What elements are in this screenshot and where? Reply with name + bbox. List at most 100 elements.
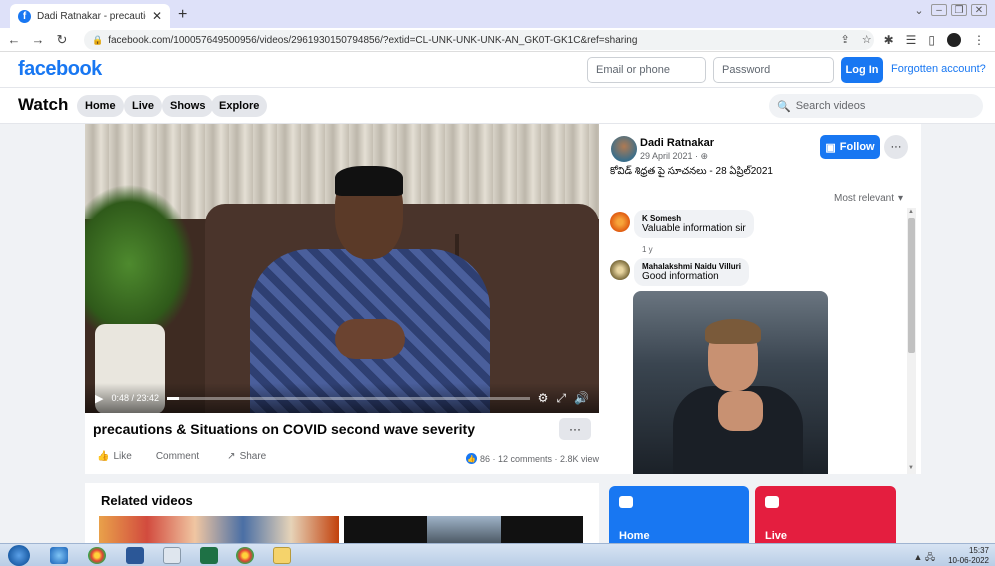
password-field[interactable]: Password xyxy=(713,57,834,83)
watch-nav-shows[interactable]: Shows xyxy=(162,95,214,117)
window-controls: ⌄ – ❐ ✕ xyxy=(911,4,987,17)
menu-icon[interactable]: ⋮ xyxy=(973,33,985,47)
video-frame-plant xyxy=(85,184,195,344)
watch-nav-home[interactable]: Home xyxy=(77,95,124,117)
volume-icon[interactable]: 🔊 xyxy=(574,391,589,405)
fullscreen-icon[interactable]: ⤢ xyxy=(556,391,566,406)
follow-button[interactable]: ▣ Follow xyxy=(820,135,880,159)
video-stats: 👍 86 · 12 comments · 2.8K views xyxy=(466,453,604,464)
reading-list-icon[interactable]: ☰ xyxy=(906,33,917,47)
like-reaction-icon: 👍 xyxy=(466,453,477,464)
author-avatar[interactable] xyxy=(611,136,637,162)
comment-gif[interactable] xyxy=(633,291,828,474)
gif-hair xyxy=(705,319,761,344)
share-icon[interactable]: ⇪ xyxy=(840,33,849,47)
video-player[interactable]: ▶ 0:48 / 23:42 ⚙ ⤢ 🔊 xyxy=(85,124,599,413)
excel-icon[interactable] xyxy=(200,547,218,564)
facebook-header: facebook Email or phone Password Log In … xyxy=(0,52,995,88)
login-button[interactable]: Log In xyxy=(841,57,883,83)
email-field[interactable]: Email or phone xyxy=(587,57,706,83)
like-button[interactable]: 👍 Like xyxy=(97,451,132,462)
comment-author[interactable]: K Somesh xyxy=(642,214,746,223)
facebook-favicon-icon: f xyxy=(18,9,31,23)
word-icon[interactable] xyxy=(126,547,144,564)
url-field[interactable]: 🔒 facebook.com/100057649500956/videos/29… xyxy=(84,30,874,50)
internet-explorer-icon[interactable] xyxy=(50,547,68,564)
thumbnail-image xyxy=(427,516,501,543)
search-videos-input[interactable]: 🔍 Search videos xyxy=(769,94,983,118)
related-video-thumbnail[interactable] xyxy=(99,516,339,543)
commenter-avatar[interactable] xyxy=(610,212,630,232)
facebook-logo[interactable]: facebook xyxy=(18,58,102,81)
post-caption: కోవిడ్ శిధ్రత పై సూచనలు - 28 ఏప్రిల్2021 xyxy=(610,166,773,177)
forward-icon[interactable]: → xyxy=(28,32,48,47)
browser-tab[interactable]: f Dadi Ratnakar - precautions & Si ✕ xyxy=(10,4,170,28)
follow-icon: ▣ xyxy=(825,141,836,154)
search-placeholder: Search videos xyxy=(795,100,866,112)
video-frame-hands xyxy=(335,319,405,359)
chevron-down-icon[interactable]: ⌄ xyxy=(911,4,927,17)
restore-icon[interactable]: ❐ xyxy=(951,4,967,16)
extensions-icon[interactable]: ✱ xyxy=(884,33,894,47)
network-icon[interactable]: ▲ 🖧 xyxy=(914,550,935,566)
comment-bubble: K Somesh Valuable information sir xyxy=(634,210,754,238)
side-panel-icon[interactable]: ▯ xyxy=(928,33,935,47)
bookmark-star-icon[interactable]: ☆ xyxy=(862,33,872,47)
watch-home-card[interactable]: Home xyxy=(609,486,749,543)
commenter-avatar[interactable] xyxy=(610,260,630,280)
scroll-down-icon[interactable]: ▼ xyxy=(908,465,914,471)
forgot-account-link[interactable]: Forgotten account? xyxy=(891,63,986,75)
minimize-icon[interactable]: – xyxy=(931,4,947,16)
comment-button[interactable]: Comment xyxy=(156,451,199,462)
video-frame-person-hair xyxy=(335,166,403,196)
close-tab-icon[interactable]: ✕ xyxy=(152,9,162,23)
address-bar: ← → ↻ 🔒 facebook.com/100057649500956/vid… xyxy=(0,28,995,52)
chrome-icon[interactable] xyxy=(88,547,106,564)
scroll-up-icon[interactable]: ▲ xyxy=(908,209,914,215)
video-progress-fill xyxy=(167,396,180,400)
close-window-icon[interactable]: ✕ xyxy=(971,4,987,16)
share-button[interactable]: ↗ Share xyxy=(227,451,266,462)
reload-icon[interactable]: ↻ xyxy=(52,32,72,48)
new-tab-icon[interactable]: + xyxy=(178,6,187,24)
system-clock[interactable]: 15:37 10-06-2022 xyxy=(948,546,989,566)
watch-nav-live[interactable]: Live xyxy=(124,95,163,117)
post-more-button[interactable]: ··· xyxy=(884,135,908,159)
search-icon: 🔍 xyxy=(777,100,791,113)
author-name[interactable]: Dadi Ratnakar xyxy=(640,137,714,149)
back-icon[interactable]: ← xyxy=(4,32,24,47)
video-time: 0:48 / 23:42 xyxy=(111,393,160,403)
file-explorer-icon[interactable] xyxy=(273,547,291,564)
like-label: Like xyxy=(113,451,132,462)
browser-toolbar-icons: ⇪ ☆ ✱ ☰ ▯ ⋮ xyxy=(840,32,985,47)
comment-label: Comment xyxy=(155,451,200,462)
watch-nav-explore[interactable]: Explore xyxy=(211,95,268,117)
lock-icon[interactable]: 🔒 xyxy=(92,35,103,46)
globe-icon: ⊕ xyxy=(700,151,709,161)
thumbs-up-icon: 👍 xyxy=(97,451,110,462)
comment-sort-dropdown[interactable]: Most relevant ▾ xyxy=(834,193,903,204)
notepad-icon[interactable] xyxy=(163,547,181,564)
profile-icon[interactable] xyxy=(947,32,961,47)
post-date-text: 29 April 2021 · xyxy=(640,151,701,161)
watch-title: Watch xyxy=(18,95,69,114)
video-progress-bar[interactable] xyxy=(167,396,530,400)
play-icon[interactable]: ▶ xyxy=(95,392,103,405)
watch-live-card[interactable]: Live xyxy=(755,486,896,543)
follow-label: Follow xyxy=(839,141,875,153)
comments-scrollbar[interactable]: ▲ ▼ xyxy=(907,208,916,474)
start-button-icon[interactable] xyxy=(8,545,30,566)
video-more-button[interactable]: ··· xyxy=(559,418,591,440)
clock-date: 10-06-2022 xyxy=(948,556,989,565)
related-video-thumbnail[interactable] xyxy=(344,516,583,543)
browser-tab-bar: f Dadi Ratnakar - precautions & Si ✕ + ⌄… xyxy=(0,0,995,28)
comment-author[interactable]: Mahalakshmi Naidu Villuri xyxy=(642,262,741,271)
tab-title: Dadi Ratnakar - precautions & Si xyxy=(37,10,146,22)
video-title: precautions & Situations on COVID second… xyxy=(93,421,475,437)
video-stats-text[interactable]: 86 · 12 comments · 2.8K views xyxy=(480,454,604,464)
video-actions: 👍 Like Comment ↗ Share xyxy=(97,451,266,462)
comment-time[interactable]: 1 y xyxy=(642,245,653,254)
chrome-active-icon[interactable] xyxy=(236,547,254,564)
scroll-thumb[interactable] xyxy=(908,218,915,353)
settings-gear-icon[interactable]: ⚙ xyxy=(538,391,549,405)
